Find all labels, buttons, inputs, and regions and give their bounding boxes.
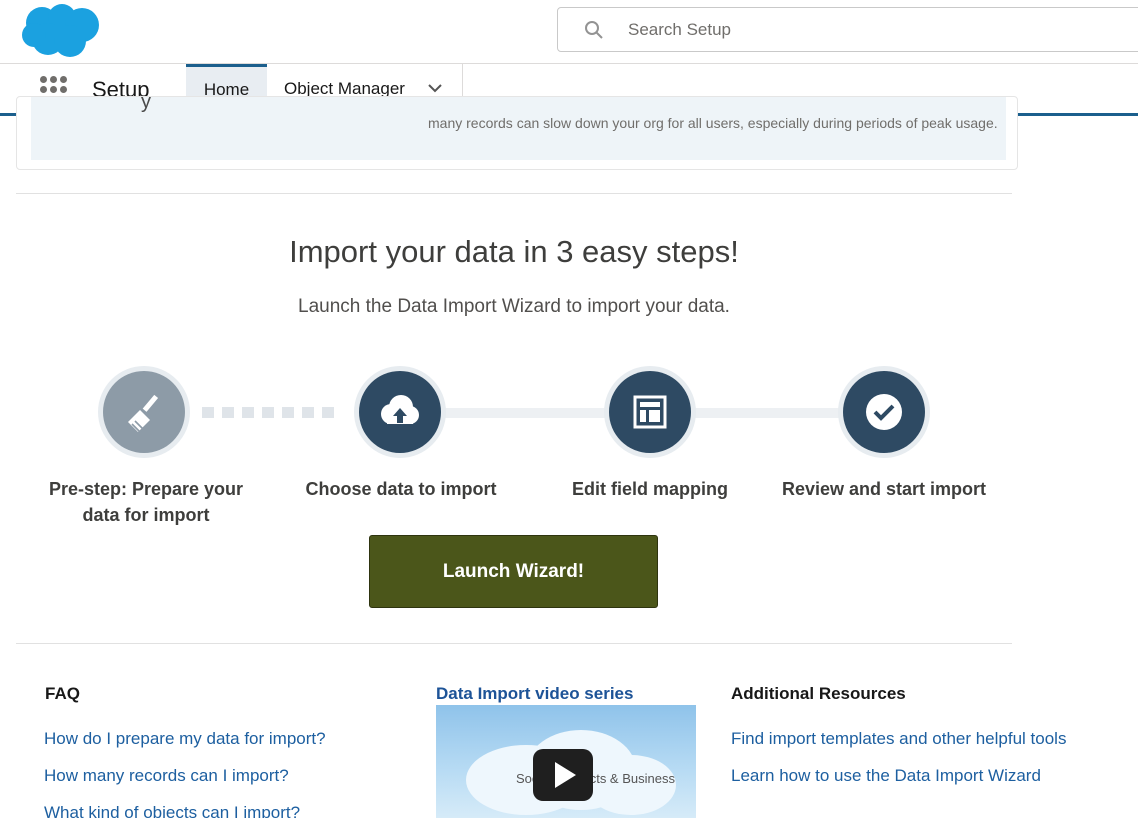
connector-dash	[302, 407, 314, 418]
faq-title: FAQ	[45, 684, 80, 703]
main-content: y many records can slow down your org fo…	[0, 91, 1138, 818]
hero-subtitle: Launch the Data Import Wizard to import …	[298, 296, 730, 317]
video-series-link[interactable]: Data Import video series	[436, 684, 633, 704]
layout-icon	[633, 395, 667, 429]
search-input[interactable]	[628, 16, 1108, 44]
check-circle-icon	[866, 394, 902, 430]
resources-title: Additional Resources	[731, 684, 906, 703]
connector-dash	[322, 407, 334, 418]
connector-dash	[242, 407, 254, 418]
step-choose-data	[354, 366, 446, 458]
hero-title: Import your data in 3 easy steps!	[289, 234, 739, 269]
step-label-choose: Choose data to import	[305, 479, 497, 499]
search-icon	[585, 21, 603, 39]
import-steps: Pre-step: Prepare your data for import C…	[0, 366, 1028, 536]
step-label-prepare: Pre-step: Prepare your data for import	[48, 479, 244, 525]
notice-text: many records can slow down your org for …	[428, 115, 998, 131]
connector-line	[440, 408, 612, 418]
play-icon[interactable]	[533, 749, 593, 801]
cloud-upload-icon	[381, 395, 419, 424]
global-header	[0, 0, 1138, 64]
notice-panel: y many records can slow down your org fo…	[31, 91, 1006, 160]
broom-icon	[128, 394, 159, 433]
faq-link-prepare[interactable]: How do I prepare my data for import?	[44, 729, 326, 749]
video-thumbnail[interactable]: Social Contacts & Business	[436, 705, 696, 818]
connector-dash	[202, 407, 214, 418]
step-edit-mapping	[604, 366, 696, 458]
step-prepare	[98, 366, 190, 458]
divider	[16, 643, 1012, 644]
resource-link-wizard[interactable]: Learn how to use the Data Import Wizard	[731, 766, 1041, 786]
divider	[16, 193, 1012, 194]
step-label-review: Review and start import	[781, 479, 987, 499]
step-label-mapping: Edit field mapping	[572, 479, 728, 499]
launch-wizard-button[interactable]: Launch Wizard!	[369, 535, 658, 608]
connector-line	[690, 408, 844, 418]
faq-link-objects[interactable]: What kind of objects can I import?	[44, 803, 300, 818]
notice-heading-clipped: y	[141, 91, 151, 113]
search-box[interactable]	[557, 7, 1138, 52]
connector-dash	[282, 407, 294, 418]
faq-link-records[interactable]: How many records can I import?	[44, 766, 289, 786]
connector-dash	[222, 407, 234, 418]
notice-card: y many records can slow down your org fo…	[16, 91, 1018, 170]
connector-dash	[262, 407, 274, 418]
chevron-down-icon[interactable]	[427, 82, 443, 94]
step-review	[838, 366, 930, 458]
salesforce-logo[interactable]	[20, 3, 102, 59]
resource-link-templates[interactable]: Find import templates and other helpful …	[731, 729, 1066, 749]
